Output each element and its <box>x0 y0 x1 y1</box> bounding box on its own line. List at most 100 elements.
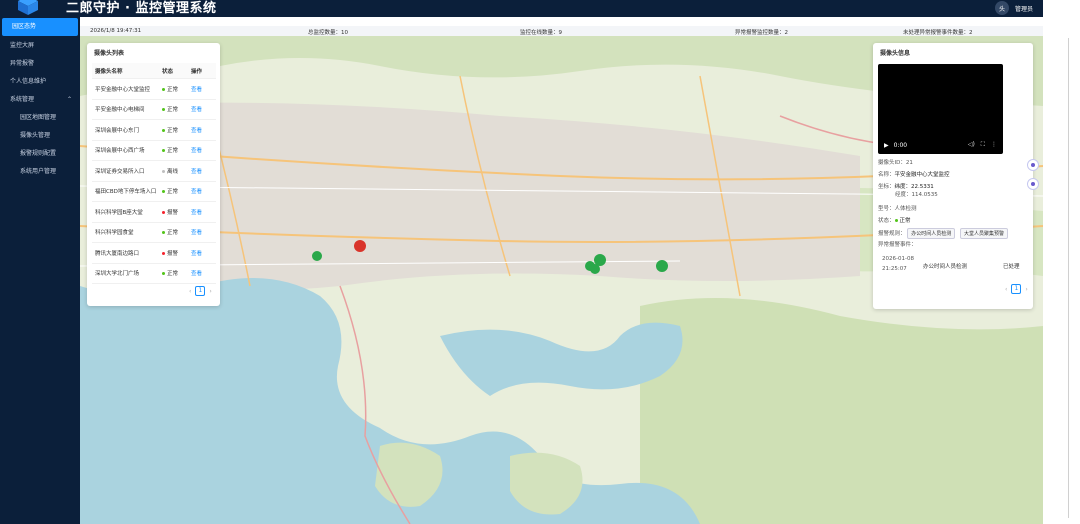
camera-list-panel: 摄像头列表 摄像头名称 状态 操作 平安金融中心大堂监控 正常 查看 平安金融中心电… <box>87 43 220 306</box>
status-dot <box>162 231 165 235</box>
user-menu[interactable]: 头 管理员 <box>994 1 1033 15</box>
volume-icon[interactable]: ◁) <box>968 141 975 149</box>
scrollbar[interactable] <box>1068 38 1069 518</box>
play-icon[interactable]: ▶ <box>884 142 889 149</box>
view-link[interactable]: 查看 <box>191 167 216 175</box>
status-dot <box>162 272 165 276</box>
camera-id: 摄像头ID：21 <box>878 160 913 166</box>
cell-name: 平安金融中心电梯间 <box>95 107 145 114</box>
table-row[interactable]: 科兴科学园食堂 正常 查看 <box>92 223 216 243</box>
view-link[interactable]: 查看 <box>191 228 216 236</box>
alarm-marker-icon[interactable] <box>354 240 366 252</box>
status-unhandled: 未处理异常报警事件数量：2 <box>903 30 973 36</box>
status-text: 报警 <box>167 250 179 257</box>
status-alarm: 异常报警监控数量：2 <box>735 30 788 36</box>
rule-tag: 办公时间人员检测 <box>907 228 956 239</box>
app-root: 二郎守护 · 监控管理系统 头 管理员 园区态势 监控大屏 异常报警 个人信息维… <box>0 0 1080 524</box>
view-link[interactable]: 查看 <box>191 146 216 154</box>
cell-name: 科兴科学园B座大堂 <box>95 209 143 216</box>
table-row[interactable]: 深圳证券交易所入口 离线 查看 <box>92 161 216 182</box>
cell-status: 离线 <box>162 167 191 175</box>
fullscreen-icon[interactable]: ⛶ <box>981 141 985 149</box>
avatar[interactable]: 头 <box>994 1 1009 15</box>
camera-list-pager: ‹ 1 › <box>189 286 212 296</box>
status-text: 正常 <box>167 148 179 155</box>
sidebar-item-situation[interactable]: 园区态势 <box>2 18 78 36</box>
panel-title: 摄像头列表 <box>94 50 125 57</box>
view-link[interactable]: 查看 <box>191 85 216 93</box>
camera-info-panel: 摄像头信息 ▶ 0:00 ◁) ⛶ ⋮ 摄像头ID：21 名称：平安金融中心大堂… <box>873 43 1033 309</box>
status-text: 正常 <box>167 271 179 278</box>
sidebar-item-users[interactable]: 系统用户管理 <box>0 163 80 181</box>
status-datetime: 2026/1/8 19:47:31 <box>90 28 142 34</box>
cell-status: 正常 <box>162 126 191 134</box>
table-row[interactable]: 科兴科学园B座大堂 报警 查看 <box>92 202 216 223</box>
float-tool-button[interactable] <box>1027 178 1039 190</box>
cell-name: 深圳会展中心东门 <box>95 127 140 134</box>
page-number-button[interactable]: 1 <box>195 286 206 296</box>
status-online: 监控在线数量：9 <box>520 30 562 36</box>
user-name[interactable]: 管理员 <box>1015 4 1033 13</box>
table-row[interactable]: 深圳大学北门广场 正常 查看 <box>92 264 216 284</box>
video-player[interactable]: ▶ 0:00 ◁) ⛶ ⋮ <box>878 64 1003 154</box>
status-dot <box>162 210 165 214</box>
table-row[interactable]: 深圳会展中心东门 正常 查看 <box>92 120 216 141</box>
camera-info-pager: ‹ 1 › <box>1005 284 1028 294</box>
cell-status: 正常 <box>162 187 191 195</box>
status-total: 总监控数量：10 <box>308 30 348 36</box>
state-label: 状态： <box>878 218 895 224</box>
event-time: 21:25:07 <box>882 266 907 272</box>
rules-label: 报警规则： <box>878 231 906 237</box>
sidebar-item-alarm-rules[interactable]: 报警规则配置 <box>0 145 80 163</box>
next-page-button[interactable]: › <box>1025 286 1027 293</box>
status-text: 离线 <box>167 168 179 175</box>
events-label: 异常报警事件： <box>878 242 917 248</box>
sidebar-item-dashboard[interactable]: 监控大屏 <box>0 37 80 55</box>
cell-status: 正常 <box>162 228 191 236</box>
col-status: 状态 <box>162 68 174 75</box>
next-page-button[interactable]: › <box>209 288 211 295</box>
table-row[interactable]: 平安金融中心电梯间 正常 查看 <box>92 100 216 120</box>
table-row[interactable]: 深圳会展中心西广场 正常 查看 <box>92 141 216 161</box>
status-text: 正常 <box>167 189 179 196</box>
camera-state-row: 状态： 正常 <box>878 216 911 224</box>
prev-page-button[interactable]: ‹ <box>1005 286 1007 293</box>
status-text: 正常 <box>167 107 179 114</box>
rule-tag: 大堂人员聚集预警 <box>960 228 1009 239</box>
sidebar-item-alarms[interactable]: 异常报警 <box>0 55 80 73</box>
sidebar-item-camera-manage[interactable]: 摄像头管理 <box>0 127 80 145</box>
camera-lng: 经度：114.0535 <box>895 192 938 198</box>
camera-marker-icon[interactable] <box>312 251 322 261</box>
camera-model: 型号：人体检测 <box>878 206 917 212</box>
view-link[interactable]: 查看 <box>191 269 216 277</box>
sidebar-item-map-manage[interactable]: 园区地图管理 <box>0 109 80 127</box>
app-title: 二郎守护 · 监控管理系统 <box>66 1 217 16</box>
view-link[interactable]: 查看 <box>191 105 216 113</box>
cell-name: 深圳证券交易所入口 <box>95 168 145 175</box>
view-link[interactable]: 查看 <box>191 187 216 195</box>
cell-status: 正常 <box>162 146 191 154</box>
sidebar-item-profile[interactable]: 个人信息维护 <box>0 73 80 91</box>
more-icon[interactable]: ⋮ <box>991 141 997 149</box>
view-link[interactable]: 查看 <box>191 249 216 257</box>
col-name: 摄像头名称 <box>95 68 123 75</box>
cell-name: 平安金融中心大堂监控 <box>95 86 151 93</box>
sidebar-item-system[interactable]: 系统管理 ⌃ <box>0 91 80 109</box>
logo-cube-icon <box>18 0 38 15</box>
table-row[interactable]: 平安金融中心大堂监控 正常 查看 <box>92 79 216 100</box>
video-time: 0:00 <box>893 142 908 149</box>
table-row[interactable]: 福田CBD地下停车场入口 正常 查看 <box>92 182 216 202</box>
camera-marker-icon[interactable] <box>656 260 668 272</box>
status-dot <box>162 108 165 112</box>
cell-name: 深圳会展中心西广场 <box>95 148 145 155</box>
view-link[interactable]: 查看 <box>191 208 216 216</box>
prev-page-button[interactable]: ‹ <box>189 288 191 295</box>
float-tool-button[interactable] <box>1027 159 1039 171</box>
panel-title: 摄像头信息 <box>880 50 911 57</box>
event-date: 2026-01-08 <box>882 256 914 262</box>
status-dot <box>162 251 165 255</box>
view-link[interactable]: 查看 <box>191 126 216 134</box>
table-row[interactable]: 腾讯大厦南边路口 报警 查看 <box>92 243 216 264</box>
camera-name: 平安金融中心大堂监控 <box>894 172 950 178</box>
page-number-button[interactable]: 1 <box>1011 284 1022 294</box>
